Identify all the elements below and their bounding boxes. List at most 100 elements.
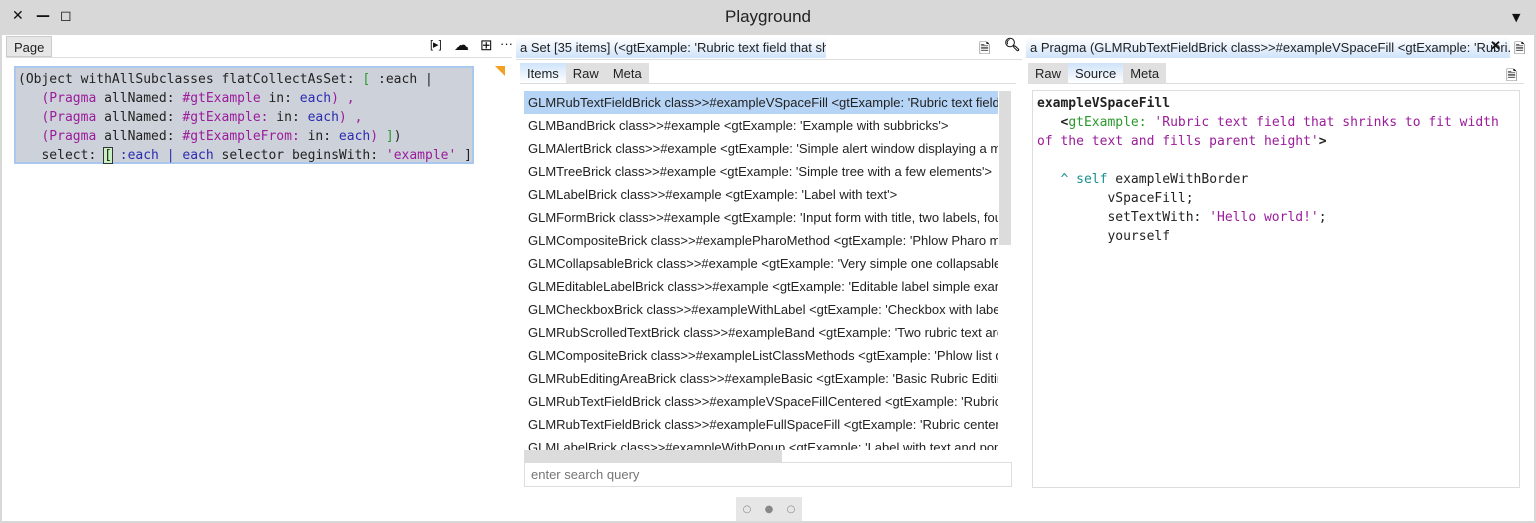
code-token: in: [260,91,300,106]
list-item[interactable]: GLMAlertBrick class>>#example <gtExample… [524,137,998,160]
code-token: of the text and fills parent height' [1037,134,1319,149]
code-token: (Pragma [18,110,105,125]
code-line: yourself [1037,227,1515,246]
source-editor[interactable]: exampleVSpaceFill <gtExample: 'Rubric te… [1032,90,1520,488]
grid-icon[interactable]: ⊞ [480,36,493,54]
code-token: ) [393,129,402,144]
pager-dot[interactable]: ● [765,504,774,515]
code-token: :each | [111,148,183,163]
page-pane: Page [▸] ☁ ⊞ ··· (Object withAllSubclass… [6,35,513,521]
set-inspector-pane: a Set [35 items] (<gtExample: 'Rubric te… [516,35,1022,521]
code-token: each [182,148,214,163]
code-token: :each | [370,72,433,87]
play-icon[interactable]: [▸] [430,38,442,51]
pane-title: a Pragma (GLMRubTextFieldBrick class>>#e… [1026,37,1510,58]
playground-content: Page [▸] ☁ ⊞ ··· (Object withAllSubclass… [2,35,1534,521]
pragma-inspector-pane: a Pragma (GLMRubTextFieldBrick class>>#e… [1026,35,1532,521]
code-token: 'Rubric text field that shrinks to fit w… [1146,115,1499,130]
code-token: #gtExampleFrom: [182,129,300,144]
tab-meta[interactable]: Meta [605,63,649,83]
tab-page[interactable]: Page [6,36,53,57]
window-titlebar: ✕ — ◻ Playground ▼ [0,0,1536,35]
window-title: Playground [724,7,811,26]
vertical-scrollbar[interactable] [999,91,1011,245]
code-token: (Pragma [18,91,105,106]
list-item[interactable]: GLMCheckboxBrick class>>#exampleWithLabe… [524,298,998,321]
list-item[interactable]: GLMCollapsableBrick class>>#example <gtE… [524,252,998,275]
code-token: 'Hello world!' [1209,210,1319,225]
inspector-tabs: Items Raw Meta [520,63,1016,84]
list-item[interactable]: GLMBandBrick class>>#example <gtExample:… [524,114,998,137]
code-line: exampleVSpaceFill [1037,94,1515,113]
chevron-down-icon[interactable]: ▼ [1512,11,1520,24]
list-item[interactable]: GLMRubEditingAreaBrick class>>#exampleBa… [524,367,998,390]
code-token: ) [370,129,386,144]
pane-title: a Set [35 items] (<gtExample: 'Rubric te… [516,37,826,58]
cloud-icon[interactable]: ☁ [454,36,469,54]
code-token: [ [103,147,113,164]
code-token: #gtExample [182,91,261,106]
inspector-tabs: Raw Source Meta [1028,63,1524,84]
code-line: (Pragma allNamed: #gtExample in: each) , [18,89,470,108]
code-line: setTextWith: 'Hello world!'; [1037,208,1515,227]
search-input[interactable] [524,462,1012,487]
document-icon[interactable]: 🗎 [979,38,990,62]
pane-pager: ○ ● ○ [736,497,802,521]
code-token: > [1318,134,1327,149]
code-token: 'example' [385,148,457,163]
tab-raw[interactable]: Raw [565,63,606,83]
list-item[interactable]: GLMTreeBrick class>>#example <gtExample:… [524,160,998,183]
list-item[interactable]: GLMFormBrick class>>#example <gtExample:… [524,206,998,229]
code-token: each [307,110,339,125]
tab-items[interactable]: Items [520,63,566,83]
code-token: ] [456,148,472,163]
code-token: select: [18,148,105,163]
code-token: ) , [331,91,355,106]
corner-marker [495,66,505,76]
code-token: in: [268,110,308,125]
code-token: ) , [338,110,363,125]
list-item[interactable]: GLMLabelBrick class>>#exampleWithPopup <… [524,436,998,450]
list-item[interactable]: GLMRubScrolledTextBrick class>>#exampleB… [524,321,998,344]
list-item[interactable]: GLMCompositeBrick class>>#exampleListCla… [524,344,998,367]
code-token: exampleWithBorder [1107,172,1249,187]
code-editor[interactable]: (Object withAllSubclasses flatCollectAsS… [14,66,474,164]
document-icon[interactable]: 🗎 [1506,65,1517,89]
code-token: ] [385,129,394,144]
list-item[interactable]: GLMRubTextFieldBrick class>>#exampleVSpa… [524,390,998,413]
pager-dot[interactable]: ○ [743,504,752,515]
code-token: setTextWith: [1037,210,1210,225]
code-token: in: [299,129,339,144]
close-icon[interactable]: ✕ [1490,38,1501,54]
list-item[interactable]: GLMLabelBrick class>>#example <gtExample… [524,183,998,206]
code-token: allNamed: [104,91,183,106]
code-token: allNamed: [104,110,183,125]
horizontal-scrollbar[interactable] [524,450,782,462]
code-line: (Pragma allNamed: #gtExampleFrom: in: ea… [18,127,470,146]
tab-source[interactable]: Source [1068,63,1124,83]
code-line: (Object withAllSubclasses flatCollectAsS… [18,70,470,89]
list-item[interactable]: GLMRubTextFieldBrick class>>#exampleFull… [524,413,998,436]
code-token: selector beginsWith: [213,148,386,163]
pager-dot[interactable]: ○ [787,504,796,515]
code-token: each [338,129,371,144]
more-icon[interactable]: ··· [500,36,513,51]
code-line: vSpaceFill; [1037,189,1515,208]
code-token: #gtExample: [182,110,269,125]
search-icon[interactable]: 🔍︎ [1004,37,1021,53]
list-item[interactable]: GLMEditableLabelBrick class>>#example <g… [524,275,998,298]
code-line: of the text and fills parent height'> [1037,132,1515,151]
code-token: each [299,91,332,106]
code-token: gtExample: [1068,115,1147,130]
code-token: yourself [1037,229,1171,244]
document-icon[interactable]: 🗎 [1514,38,1525,62]
code-token: (Pragma [18,129,105,144]
code-token: exampleVSpaceFill [1037,96,1171,111]
code-line [1037,151,1515,170]
list-item[interactable]: GLMCompositeBrick class>>#examplePharoMe… [524,229,998,252]
tab-raw[interactable]: Raw [1028,63,1069,83]
code-token: (Object withAllSubclasses flatCollectAsS… [18,72,363,87]
tab-meta[interactable]: Meta [1123,63,1167,83]
list-item[interactable]: GLMRubTextFieldBrick class>>#exampleVSpa… [524,91,998,114]
